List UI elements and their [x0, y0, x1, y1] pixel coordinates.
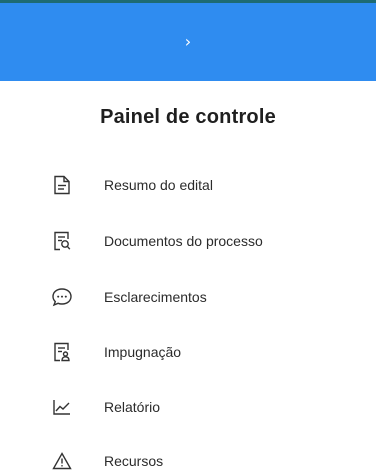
menu-item-relatorio[interactable]: Relatório: [40, 392, 360, 422]
menu-item-label: Relatório: [104, 399, 161, 415]
menu-item-impugnacao[interactable]: Impugnação: [40, 337, 360, 367]
document-user-icon: [50, 340, 74, 364]
document-search-icon: [50, 229, 74, 253]
menu-item-label: Esclarecimentos: [104, 289, 207, 305]
panel-title: Painel de controle: [100, 106, 276, 128]
warning-icon: [50, 449, 74, 473]
menu-item-label: Impugnação: [104, 344, 182, 360]
menu-item-recursos[interactable]: Recursos: [40, 446, 360, 476]
menu-item-documentos-do-processo[interactable]: Documentos do processo: [40, 226, 360, 256]
line-chart-icon: [50, 395, 74, 419]
menu-item-label: Documentos do processo: [104, 233, 263, 249]
menu-item-resumo-do-edital[interactable]: Resumo do edital: [40, 170, 360, 200]
chevron-right-icon: ›: [184, 32, 192, 51]
menu-item-label: Resumo do edital: [104, 177, 213, 193]
sidebar-toggle-button[interactable]: ›: [0, 3, 376, 81]
document-icon: [50, 173, 74, 197]
chat-bubble-icon: [50, 285, 74, 309]
menu-item-esclarecimentos[interactable]: Esclarecimentos: [40, 282, 360, 312]
menu-item-label: Recursos: [104, 453, 164, 469]
